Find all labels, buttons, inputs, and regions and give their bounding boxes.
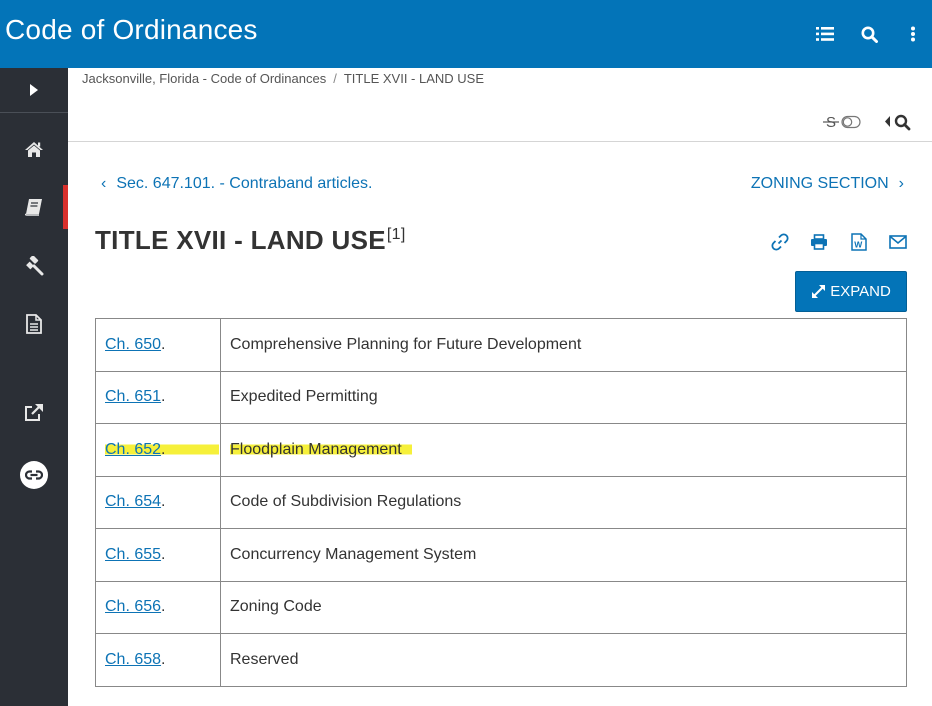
book-icon xyxy=(25,199,42,216)
sidebar-item-documents[interactable] xyxy=(0,302,68,346)
chapter-number-cell: Ch. 650. xyxy=(95,318,221,372)
caret-left-icon xyxy=(885,116,890,127)
chapter-title-cell: Zoning Code xyxy=(220,580,907,634)
gavel-icon xyxy=(26,256,44,276)
content-toolbar: S xyxy=(68,104,932,142)
chapter-number-period: . xyxy=(161,388,166,406)
top-header: Code of Ordinances xyxy=(0,0,932,68)
chapter-title-cell: Code of Subdivision Regulations xyxy=(220,475,907,529)
page-title: TITLE XVII - LAND USE[1] xyxy=(95,225,406,256)
chapter-number-period: . xyxy=(161,545,166,563)
expand-button[interactable]: EXPAND xyxy=(795,271,907,312)
chapter-link[interactable]: Ch. 652 xyxy=(105,441,161,458)
list-icon[interactable] xyxy=(813,22,837,46)
link-circle-icon xyxy=(25,470,43,480)
chapter-title-cell: Comprehensive Planning for Future Develo… xyxy=(220,318,907,372)
download-word-button[interactable]: W xyxy=(849,232,869,252)
chapter-title: Expedited Permitting xyxy=(230,388,378,406)
app-title[interactable]: Code of Ordinances xyxy=(5,14,258,46)
chapter-number-wrap: Ch. 651. xyxy=(105,388,166,405)
chapter-title: Zoning Code xyxy=(230,598,322,616)
sidebar-item-external-link[interactable] xyxy=(0,390,68,434)
prev-section-link[interactable]: ‹ Sec. 647.101. - Contraband articles. xyxy=(101,175,372,193)
chapter-number-cell: Ch. 658. xyxy=(95,633,221,687)
breadcrumb-item-title[interactable]: TITLE XVII - LAND USE xyxy=(344,71,484,86)
sidebar-item-home[interactable] xyxy=(0,127,68,171)
search-icon[interactable] xyxy=(857,22,881,46)
chapter-title-cell: Concurrency Management System xyxy=(220,528,907,582)
copy-link-button[interactable] xyxy=(770,232,790,252)
home-icon xyxy=(25,141,43,157)
chapter-number-cell: Ch. 651. xyxy=(95,370,221,424)
chapter-number-period: . xyxy=(161,493,166,511)
prev-section-label: Sec. 647.101. - Contraband articles. xyxy=(116,175,373,192)
chapter-link[interactable]: Ch. 658 xyxy=(105,651,161,668)
chapter-number-cell: Ch. 655. xyxy=(95,528,221,582)
svg-text:W: W xyxy=(854,240,863,250)
chapter-title: Code of Subdivision Regulations xyxy=(230,493,462,511)
breadcrumb-item-code[interactable]: Jacksonville, Florida - Code of Ordinanc… xyxy=(82,71,326,86)
breadcrumb: Jacksonville, Florida - Code of Ordinanc… xyxy=(82,71,484,86)
table-row: Ch. 655. Concurrency Management System xyxy=(95,528,907,582)
chapter-link[interactable]: Ch. 654 xyxy=(105,493,161,510)
chapter-number-wrap: Ch. 656. xyxy=(105,598,166,615)
chapter-title-cell: Reserved xyxy=(220,633,907,687)
table-row: Ch. 650. Comprehensive Planning for Futur… xyxy=(95,318,907,372)
highlight-mark: Ch. 652. xyxy=(105,440,219,458)
chapter-link[interactable]: Ch. 650 xyxy=(105,336,161,353)
chapter-number-cell: Ch. 652. xyxy=(95,423,221,477)
page-title-text: TITLE XVII - LAND USE xyxy=(95,225,386,255)
document-icon xyxy=(26,314,42,334)
chapter-link[interactable]: Ch. 651 xyxy=(105,388,161,405)
sidebar-item-share-link[interactable] xyxy=(0,453,68,497)
chapter-title: Reserved xyxy=(230,650,299,668)
chapter-number-wrap: Ch. 654. xyxy=(105,493,166,510)
chapter-title: Comprehensive Planning for Future Develo… xyxy=(230,335,582,353)
footnote-link[interactable]: [1] xyxy=(387,226,406,243)
print-icon xyxy=(811,234,827,250)
table-row: Ch. 658. Reserved xyxy=(95,633,907,687)
expand-label: EXPAND xyxy=(830,283,891,300)
search-panel-toggle[interactable] xyxy=(883,112,915,132)
chapter-number-cell: Ch. 654. xyxy=(95,475,221,529)
chapter-number-period: . xyxy=(161,598,166,616)
sidebar xyxy=(0,68,68,706)
external-link-icon xyxy=(25,403,43,421)
chapter-number-wrap: Ch. 658. xyxy=(105,651,166,668)
table-row: Ch. 652. Floodplain Management xyxy=(95,423,907,477)
chapter-title: Floodplain Management xyxy=(230,440,412,458)
word-icon: W xyxy=(851,233,867,251)
chapter-link[interactable]: Ch. 655 xyxy=(105,546,161,563)
sidebar-expand-button[interactable] xyxy=(0,68,68,113)
expand-arrows-icon xyxy=(812,285,826,298)
chapter-number-period: . xyxy=(161,650,166,668)
chapter-number-period: . xyxy=(161,335,166,353)
chevron-left-icon: ‹ xyxy=(101,175,107,192)
next-section-link[interactable]: ZONING SECTION › xyxy=(751,175,904,193)
sidebar-item-ordinances[interactable] xyxy=(0,244,68,288)
chapter-title-cell: Floodplain Management xyxy=(220,423,907,477)
print-button[interactable] xyxy=(809,232,829,252)
chapter-title: Concurrency Management System xyxy=(230,545,477,563)
link-icon xyxy=(771,233,789,251)
email-button[interactable] xyxy=(888,232,908,252)
table-row: Ch. 654. Code of Subdivision Regulations xyxy=(95,475,907,529)
breadcrumb-separator: / xyxy=(333,71,337,86)
chapter-number-wrap: Ch. 655. xyxy=(105,546,166,563)
table-row: Ch. 656. Zoning Code xyxy=(95,580,907,634)
sidebar-item-codes[interactable] xyxy=(0,185,68,229)
chapter-link[interactable]: Ch. 656 xyxy=(105,598,161,615)
expand-arrow-icon xyxy=(30,84,38,96)
table-row: Ch. 651. Expedited Permitting xyxy=(95,370,907,424)
chapter-title-cell: Expedited Permitting xyxy=(220,370,907,424)
chevron-right-icon: › xyxy=(898,175,904,192)
chapter-number-wrap: Ch. 650. xyxy=(105,336,166,353)
chapter-number-cell: Ch. 656. xyxy=(95,580,221,634)
more-vertical-icon[interactable] xyxy=(901,22,925,46)
chapters-table: Ch. 650. Comprehensive Planning for Futur… xyxy=(95,318,907,687)
email-icon xyxy=(889,235,907,249)
show-changes-toggle[interactable]: S xyxy=(823,112,863,132)
next-section-label: ZONING SECTION xyxy=(750,175,889,192)
